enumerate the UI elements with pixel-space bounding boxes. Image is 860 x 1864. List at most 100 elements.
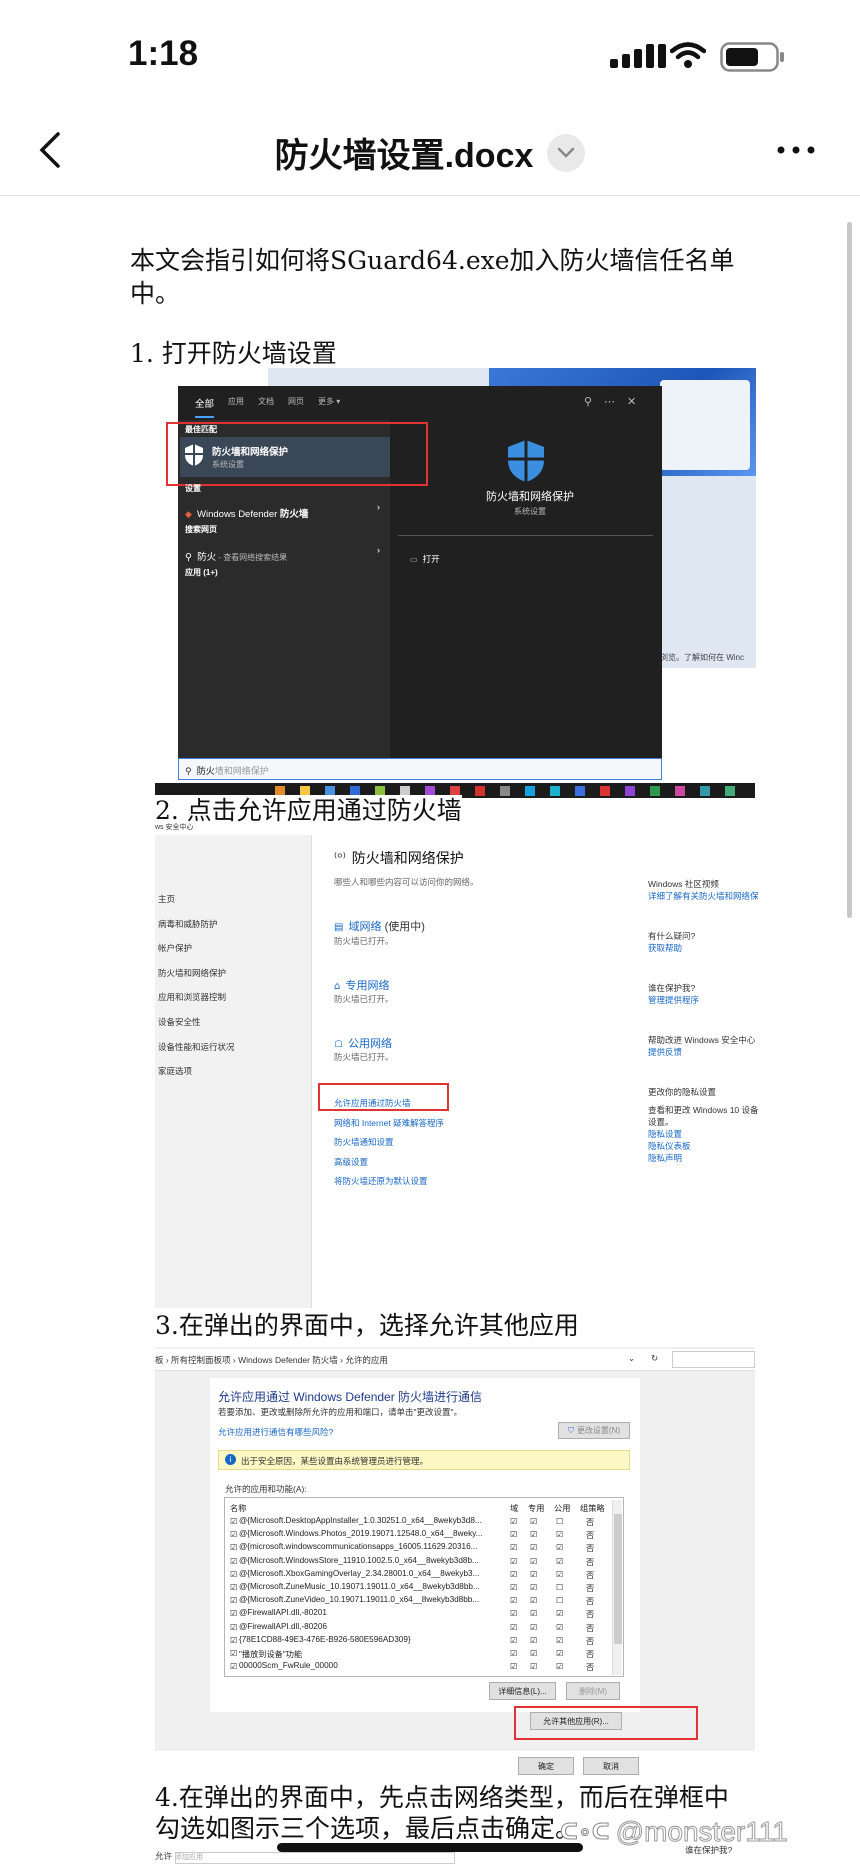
table-row[interactable]: ☑ @{Microsoft.Windows.Photos_2019.19071.1… <box>230 1529 615 1542</box>
home-indicator[interactable] <box>277 1843 583 1852</box>
change-settings-button[interactable]: ⛉ 更改设置(N) <box>558 1422 630 1439</box>
restore-defaults-link[interactable]: 将防火墙还原为默认设置 <box>334 1175 444 1187</box>
privacy-dashboard-link[interactable]: 隐私仪表板 <box>648 1140 758 1152</box>
row-enable-checkbox[interactable]: ☑ <box>230 1517 237 1526</box>
tab-more[interactable]: 更多 ▾ <box>318 396 340 418</box>
taskbar-search-box[interactable]: ⚲ 防火墙和网络保护 <box>178 758 662 780</box>
refresh-icon[interactable]: ↻ <box>651 1353 658 1364</box>
row-domain[interactable]: ☑ <box>510 1542 517 1552</box>
row-enable-checkbox[interactable]: ☑ <box>230 1543 237 1552</box>
row-domain[interactable]: ☑ <box>510 1595 517 1605</box>
address-dropdown-icon[interactable]: ⌄ <box>628 1353 635 1364</box>
row-private[interactable]: ☑ <box>530 1595 537 1605</box>
row-public[interactable]: ☐ <box>556 1582 563 1592</box>
row-private[interactable]: ☑ <box>530 1556 537 1566</box>
remove-button[interactable]: 删除(M) <box>566 1682 620 1700</box>
row-domain[interactable]: ☑ <box>510 1622 517 1632</box>
row-enable-checkbox[interactable]: ☑ <box>230 1596 237 1605</box>
manage-providers-link[interactable]: 管理提供程序 <box>648 994 758 1006</box>
network-private[interactable]: ⌂ 专用网络 <box>334 974 389 993</box>
row-public[interactable]: ☑ <box>556 1529 563 1539</box>
network-domain[interactable]: ▤ 域网络 (使用中) <box>334 915 425 934</box>
cancel-button[interactable]: 取消 <box>583 1757 639 1775</box>
col-private[interactable]: 专用 <box>528 1502 544 1514</box>
col-name[interactable]: 名称 <box>230 1502 246 1514</box>
row-enable-checkbox[interactable]: ☑ <box>230 1583 237 1592</box>
privacy-settings-link[interactable]: 隐私设置 <box>648 1128 758 1140</box>
row-domain[interactable]: ☑ <box>510 1648 517 1658</box>
row-public[interactable]: ☑ <box>556 1542 563 1552</box>
advanced-settings-link[interactable]: 高级设置 <box>334 1156 444 1168</box>
details-button[interactable]: 详细信息(L)... <box>489 1682 556 1700</box>
row-private[interactable]: ☑ <box>530 1648 537 1658</box>
row-public[interactable]: ☐ <box>556 1516 563 1526</box>
row-private[interactable]: ☑ <box>530 1608 537 1618</box>
address-bar[interactable]: 板 › 所有控制面板项 › Windows Defender 防火墙 › 允许的… <box>155 1349 755 1371</box>
table-row[interactable]: ☑ @{Microsoft.ZuneVideo_10.19071.19011.0_… <box>230 1595 615 1608</box>
table-row[interactable]: ☑ @{Microsoft.ZuneMusic_10.19071.19011.0_… <box>230 1582 615 1595</box>
row-public[interactable]: ☑ <box>556 1648 563 1658</box>
row-domain[interactable]: ☑ <box>510 1582 517 1592</box>
open-action[interactable]: ▭ 打开 <box>410 547 440 566</box>
row-public[interactable]: ☑ <box>556 1635 563 1645</box>
col-public[interactable]: 公用 <box>554 1502 570 1514</box>
row-public[interactable]: ☑ <box>556 1556 563 1566</box>
row-enable-checkbox[interactable]: ☑ <box>230 1609 237 1618</box>
row-enable-checkbox[interactable]: ☑ <box>230 1557 237 1566</box>
row-enable-checkbox[interactable]: ☑ <box>230 1530 237 1539</box>
scroll-thumb[interactable] <box>614 1514 622 1644</box>
row-private[interactable]: ☑ <box>530 1569 537 1579</box>
table-row[interactable]: ☑ @FirewallAPI.dll,-80206 ☑ ☑ ☑ 否 <box>230 1622 615 1635</box>
tab-docs[interactable]: 文档 <box>258 396 274 418</box>
sidebar-item-home[interactable]: 主页 <box>158 893 235 905</box>
table-row[interactable]: ☑ @{Microsoft.DesktopAppInstaller_1.0.302… <box>230 1516 615 1529</box>
community-video-link[interactable]: 详细了解有关防火墙和网络保护的 <box>648 890 758 902</box>
row-domain[interactable]: ☑ <box>510 1661 517 1671</box>
search-box[interactable] <box>672 1351 755 1368</box>
more-button[interactable] <box>776 140 816 160</box>
tab-apps[interactable]: 应用 <box>228 396 244 418</box>
table-row[interactable]: ☑ {78E1CD88-49E3-476E-B926-580E596AD309} ☑… <box>230 1635 615 1648</box>
col-group-policy[interactable]: 组策略 <box>580 1502 605 1514</box>
row-enable-checkbox[interactable]: ☑ <box>230 1623 237 1632</box>
tab-web[interactable]: 网页 <box>288 396 304 418</box>
row-public[interactable]: ☐ <box>556 1595 563 1605</box>
web-search-item[interactable]: ⚲ 防火 - 查看网络搜索结果 › <box>185 545 380 563</box>
row-private[interactable]: ☑ <box>530 1661 537 1671</box>
row-enable-checkbox[interactable]: ☑ <box>230 1570 237 1579</box>
row-public[interactable]: ☑ <box>556 1608 563 1618</box>
row-domain[interactable]: ☑ <box>510 1635 517 1645</box>
row-enable-checkbox[interactable]: ☑ <box>230 1649 237 1658</box>
row-domain[interactable]: ☑ <box>510 1556 517 1566</box>
notification-settings-link[interactable]: 防火墙通知设置 <box>334 1136 444 1148</box>
feedback-link[interactable]: 提供反馈 <box>648 1046 758 1058</box>
row-domain[interactable]: ☑ <box>510 1608 517 1618</box>
troubleshooter-link[interactable]: 网络和 Internet 疑难解答程序 <box>334 1117 444 1129</box>
table-row[interactable]: ☑ @FirewallAPI.dll,-80201 ☑ ☑ ☑ 否 <box>230 1608 615 1621</box>
row-public[interactable]: ☑ <box>556 1661 563 1671</box>
risk-link[interactable]: 允许应用进行通信有哪些风险? <box>218 1426 333 1438</box>
sidebar-item-device-security[interactable]: 设备安全性 <box>158 1016 235 1028</box>
row-private[interactable]: ☑ <box>530 1635 537 1645</box>
row-public[interactable]: ☑ <box>556 1569 563 1579</box>
sidebar-item-account[interactable]: 帐户保护 <box>158 942 235 954</box>
get-help-link[interactable]: 获取帮助 <box>648 942 758 954</box>
row-private[interactable]: ☑ <box>530 1582 537 1592</box>
tab-all[interactable]: 全部 <box>195 396 215 418</box>
table-row[interactable]: ☑ "播放到设备"功能 ☑ ☑ ☑ 否 <box>230 1648 615 1661</box>
row-private[interactable]: ☑ <box>530 1542 537 1552</box>
table-row[interactable]: ☑ 00000Scm_FwRule_00000 ☑ ☑ ☑ 否 <box>230 1661 615 1674</box>
table-row[interactable]: ☑ @{microsoft.windowscommunicationsapps_1… <box>230 1542 615 1555</box>
row-private[interactable]: ☑ <box>530 1622 537 1632</box>
sidebar-item-virus[interactable]: 病毒和威胁防护 <box>158 918 235 930</box>
sidebar-item-app-browser[interactable]: 应用和浏览器控制 <box>158 991 235 1003</box>
sidebar-item-performance[interactable]: 设备性能和运行状况 <box>158 1041 235 1053</box>
row-public[interactable]: ☑ <box>556 1622 563 1632</box>
row-private[interactable]: ☑ <box>530 1516 537 1526</box>
row-enable-checkbox[interactable]: ☑ <box>230 1636 237 1645</box>
table-row[interactable]: ☑ @{Microsoft.WindowsStore_11910.1002.5.0… <box>230 1556 615 1569</box>
row-domain[interactable]: ☑ <box>510 1569 517 1579</box>
sidebar-item-firewall[interactable]: 防火墙和网络保护 <box>158 967 235 979</box>
row-domain[interactable]: ☑ <box>510 1516 517 1526</box>
row-domain[interactable]: ☑ <box>510 1529 517 1539</box>
